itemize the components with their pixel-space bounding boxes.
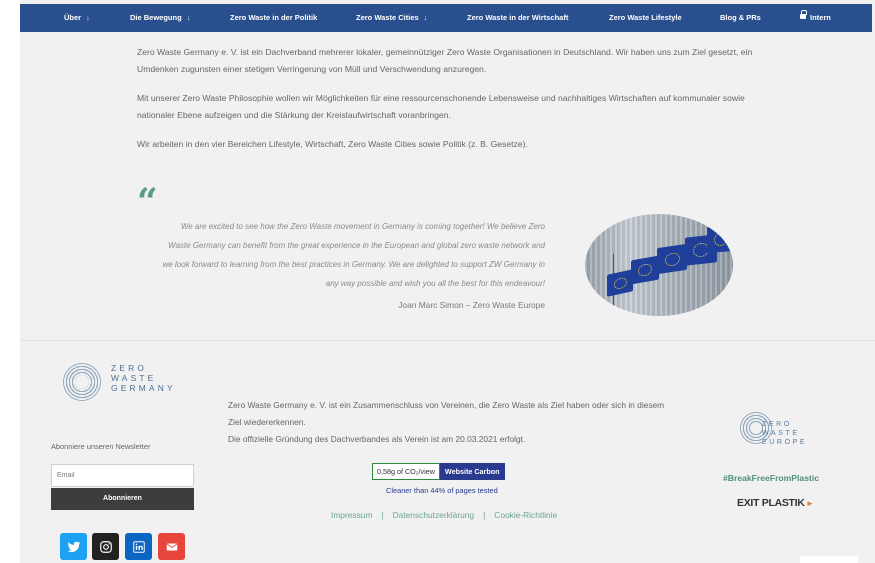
nav-item-ueber[interactable]: Über ↓ bbox=[64, 4, 90, 32]
nav-item-bewegung[interactable]: Die Bewegung ↓ bbox=[130, 4, 190, 32]
nav-label: Die Bewegung bbox=[130, 13, 182, 22]
lock-icon bbox=[800, 10, 807, 19]
logo-word: WASTE bbox=[762, 430, 800, 437]
nav-label: Intern bbox=[810, 13, 831, 22]
instagram-icon bbox=[99, 540, 112, 553]
page: Über ↓ Die Bewegung ↓ Zero Waste in der Po… bbox=[20, 0, 875, 563]
caret-down-icon: ↓ bbox=[186, 13, 191, 22]
nav-item-intern[interactable]: Intern bbox=[800, 4, 831, 32]
link-cookie-richtlinie[interactable]: Cookie-Richtlinie bbox=[494, 510, 557, 520]
nav-item-politik[interactable]: Zero Waste in der Politik bbox=[230, 4, 317, 32]
caret-down-icon: ↓ bbox=[423, 13, 428, 22]
badge-website-carbon: Website Carbon bbox=[439, 463, 505, 480]
nav-label: Zero Waste in der Wirtschaft bbox=[467, 13, 569, 22]
nav-item-cities[interactable]: Zero Waste Cities ↓ bbox=[356, 4, 427, 32]
corner-overlay bbox=[800, 556, 858, 563]
footer-links: Impressum | Datenschutzerklärung | Cookie-Ri… bbox=[331, 510, 557, 520]
logo-text: ZERO WASTE EUROPE bbox=[762, 420, 807, 447]
logo-word: WASTE bbox=[111, 373, 157, 383]
intro-paragraph: Zero Waste Germany e. V. ist ein Dachver… bbox=[137, 47, 753, 74]
logo-dots-icon bbox=[63, 363, 101, 401]
logo-word: ZERO bbox=[111, 363, 148, 373]
badge-co2-value: 0,58g of CO₂/view bbox=[372, 463, 440, 480]
nav-label: Über bbox=[64, 13, 82, 22]
linkedin-button[interactable] bbox=[125, 533, 152, 560]
exit-plastik-text: EXIT PLASTIK bbox=[737, 497, 805, 509]
zero-waste-europe-logo[interactable]: ZERO WASTE EUROPE bbox=[740, 412, 840, 452]
testimonial-author: Joan Marc Simon – Zero Waste Europe bbox=[398, 300, 545, 310]
zero-waste-germany-logo[interactable]: ZERO WASTE GERMANY bbox=[63, 363, 203, 403]
footer-about-line: Zero Waste Germany e. V. ist ein Zusamme… bbox=[228, 400, 665, 427]
link-separator: | bbox=[381, 510, 384, 520]
arrow-right-icon: ▸ bbox=[807, 498, 813, 508]
intro-section: Zero Waste Germany e. V. ist ein Dachver… bbox=[137, 44, 767, 165]
intro-paragraph: Mit unserer Zero Waste Philosophie wolle… bbox=[137, 93, 745, 120]
footer-founding-line: Die offizielle Gründung des Dachverbande… bbox=[228, 434, 526, 444]
twitter-icon bbox=[67, 541, 80, 552]
caret-down-icon: ↓ bbox=[86, 13, 90, 22]
nav-label: Blog & PRs bbox=[720, 13, 761, 22]
footer-about: Zero Waste Germany e. V. ist ein Zusamme… bbox=[228, 397, 668, 448]
link-datenschutz[interactable]: Datenschutzerklärung bbox=[393, 510, 474, 520]
intro-paragraph: Wir arbeiten in den vier Bereichen Lifes… bbox=[137, 139, 528, 149]
footer-divider bbox=[20, 340, 875, 341]
eu-flag bbox=[631, 255, 659, 285]
logo-word: EUROPE bbox=[762, 439, 808, 446]
logo-text: ZERO WASTE GERMANY bbox=[111, 363, 176, 393]
break-free-from-plastic-link[interactable]: #BreakFreeFromPlastic bbox=[723, 473, 819, 483]
logo-word: GERMANY bbox=[111, 383, 176, 393]
link-impressum[interactable]: Impressum bbox=[331, 510, 372, 520]
nav-label: Zero Waste in der Politik bbox=[230, 13, 318, 22]
nav-item-blog[interactable]: Blog & PRs bbox=[720, 4, 761, 32]
twitter-button[interactable] bbox=[60, 533, 87, 560]
logo-word: ZERO bbox=[762, 421, 792, 428]
eu-flag bbox=[707, 225, 733, 253]
cleaner-than-text: Cleaner than 44% of pages tested bbox=[386, 486, 498, 495]
nav-label: Zero Waste Cities bbox=[356, 13, 419, 22]
eu-flag bbox=[657, 243, 687, 275]
nav-label: Zero Waste Lifestyle bbox=[609, 13, 682, 22]
linkedin-icon bbox=[132, 540, 145, 553]
email-button[interactable] bbox=[158, 533, 185, 560]
exit-plastik-logo[interactable]: EXIT PLASTIK ▸ bbox=[737, 497, 812, 509]
eu-flags-photo bbox=[585, 214, 733, 316]
quote-mark-icon: “ bbox=[137, 181, 158, 223]
newsletter-email-input[interactable] bbox=[51, 464, 194, 487]
website-carbon-badge[interactable]: 0,58g of CO₂/view Website Carbon bbox=[372, 463, 505, 480]
newsletter-label: Abonniere unseren Newsletter bbox=[51, 442, 151, 451]
testimonial-quote: We are excited to see how the Zero Waste… bbox=[162, 222, 545, 288]
envelope-icon bbox=[166, 543, 177, 550]
link-separator: | bbox=[483, 510, 486, 520]
subscribe-button[interactable]: Abonnieren bbox=[51, 488, 194, 510]
nav-item-lifestyle[interactable]: Zero Waste Lifestyle bbox=[609, 4, 682, 32]
nav-item-wirtschaft[interactable]: Zero Waste in der Wirtschaft bbox=[467, 4, 568, 32]
main-nav: Über ↓ Die Bewegung ↓ Zero Waste in der Po… bbox=[20, 4, 872, 32]
instagram-button[interactable] bbox=[92, 533, 119, 560]
